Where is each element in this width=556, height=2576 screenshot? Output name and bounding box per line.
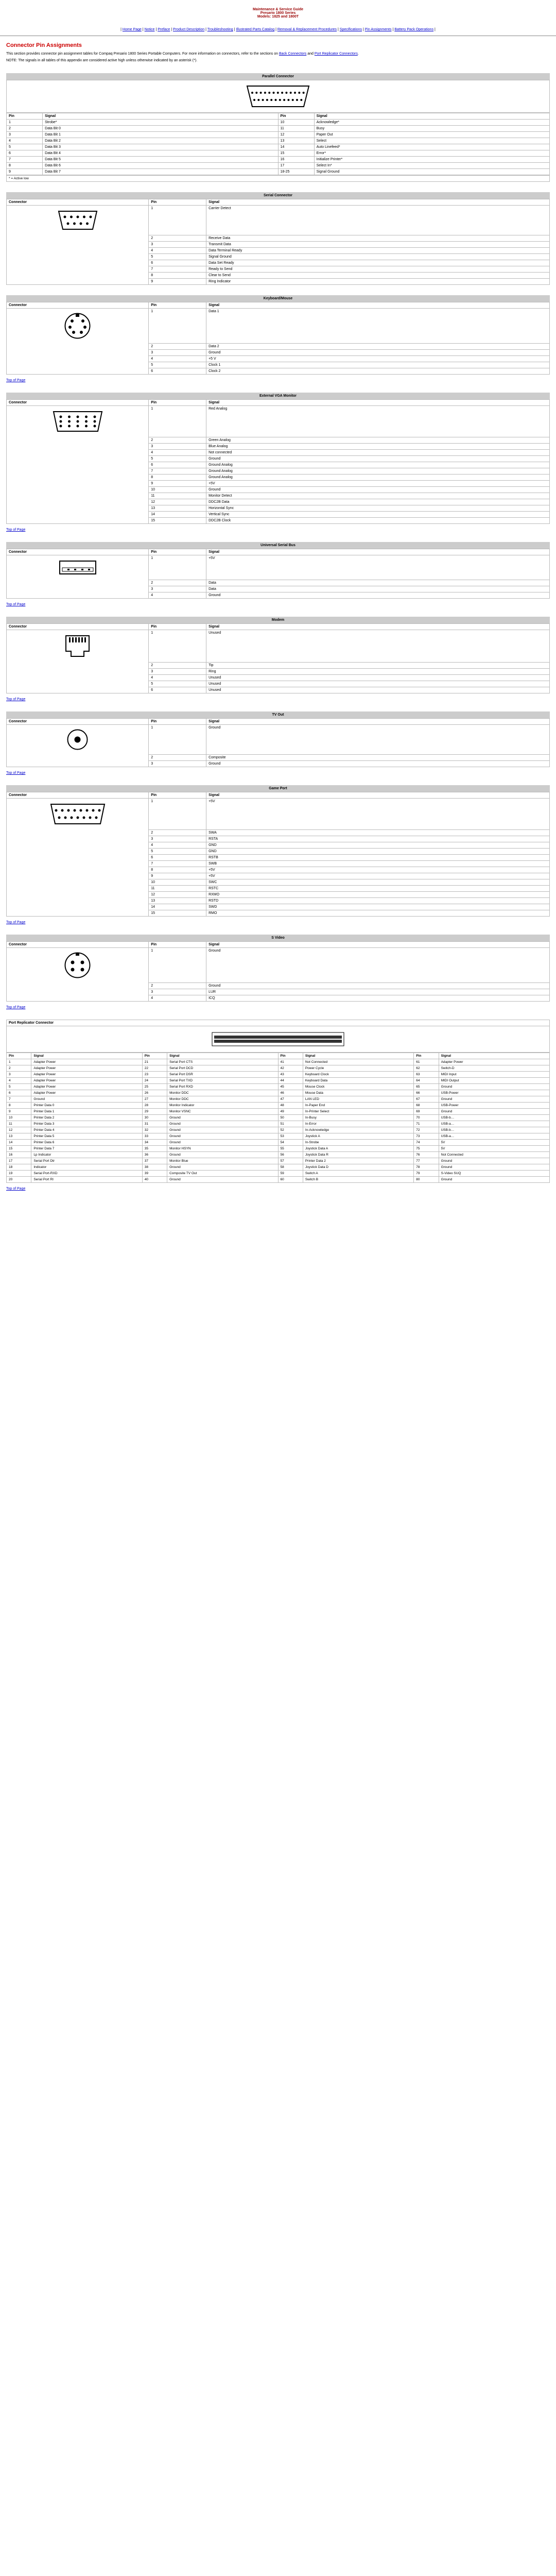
link-port-replicator[interactable]: Port Replicator Connectors xyxy=(315,52,358,56)
connector-section: ModemConnectorPinSignal1Unused2Tip3Ring4… xyxy=(6,617,550,693)
nav-pins[interactable]: Pin Assignments xyxy=(365,28,392,31)
top-link[interactable]: Top of Page xyxy=(6,1006,25,1009)
connector-section: Parallel ConnectorPinSignalPinSignal1Str… xyxy=(6,73,550,182)
nav-battery[interactable]: Battery Pack Operations xyxy=(394,28,433,31)
connector-section: External VGA MonitorConnectorPinSignal1R… xyxy=(6,393,550,524)
top-link[interactable]: Top of Page xyxy=(6,379,25,382)
nav-preface[interactable]: Preface xyxy=(158,28,170,31)
section-title: Connector Pin Assignments xyxy=(6,42,550,48)
connector-section: Game PortConnectorPinSignal1+5V2SWA3RSTA… xyxy=(6,785,550,917)
top-link[interactable]: Top of Page xyxy=(6,528,25,532)
connector-section: Serial ConnectorConnectorPinSignal1Carri… xyxy=(6,192,550,285)
top-link[interactable]: Top of Page xyxy=(6,603,25,606)
nav-troubleshooting[interactable]: Troubleshooting xyxy=(207,28,233,31)
nav-product[interactable]: Product Description xyxy=(173,28,204,31)
connector-section: Universal Serial BusConnectorPinSignal1+… xyxy=(6,542,550,599)
connector-section: Keyboard/MouseConnectorPinSignal1Data 12… xyxy=(6,295,550,375)
note-text: NOTE: The signals in all tables of this … xyxy=(6,58,550,63)
port-replicator-icon xyxy=(211,1031,345,1047)
port-replicator-section: Port Replicator Connector PinSignalPinSi… xyxy=(6,1020,550,1183)
nav-specs[interactable]: Specifications xyxy=(340,28,362,31)
title-line1: Maintenance & Service Guide xyxy=(5,8,551,11)
connector-section: TV OutConnectorPinSignal1Ground2Composit… xyxy=(6,711,550,767)
top-link[interactable]: Top of Page xyxy=(6,698,25,701)
connector-section: S VideoConnectorPinSignal1Ground2Ground3… xyxy=(6,935,550,1002)
link-back-connectors[interactable]: Back Connectors xyxy=(279,52,306,56)
nav-notice[interactable]: Notice xyxy=(145,28,155,31)
top-link[interactable]: Top of Page xyxy=(6,1187,25,1191)
intro-text: This section provides connector pin assi… xyxy=(6,52,550,56)
top-link[interactable]: Top of Page xyxy=(6,771,25,775)
title-line2: Presario 1800 Series xyxy=(5,11,551,15)
nav-parts[interactable]: Illustrated Parts Catalog xyxy=(236,28,274,31)
pr-title: Port Replicator Connector xyxy=(7,1020,550,1026)
page-header: Maintenance & Service Guide Presario 180… xyxy=(0,0,556,24)
nav-removal[interactable]: Removal & Replacement Procedures xyxy=(277,28,337,31)
title-line3: Models: 1825 and 1800T xyxy=(5,15,551,19)
top-link[interactable]: Top of Page xyxy=(6,921,25,924)
nav-home[interactable]: Home Page xyxy=(123,28,142,31)
top-nav: | Home Page | Notice | Preface | Product… xyxy=(0,28,556,31)
